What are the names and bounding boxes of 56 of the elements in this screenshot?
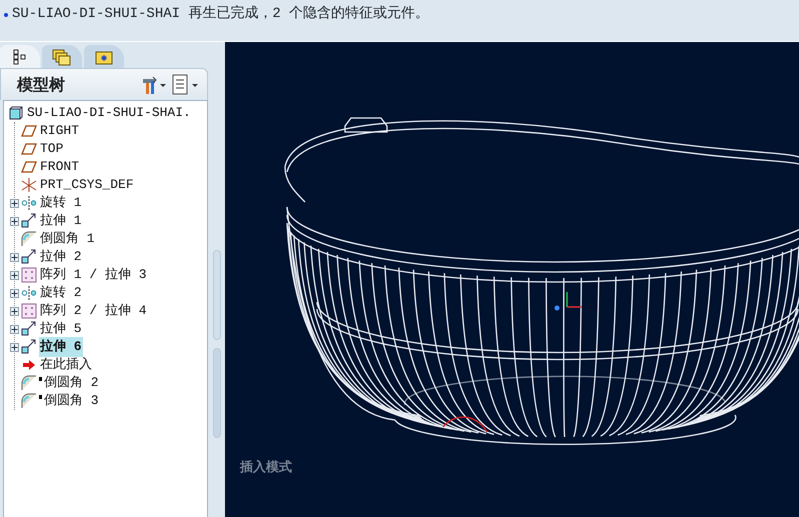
expand-icon[interactable]	[10, 270, 19, 280]
tree-item[interactable]: 在此插入	[39, 355, 93, 375]
extrude-icon	[21, 213, 37, 229]
pattern-icon	[21, 303, 37, 319]
plane-icon	[21, 159, 37, 175]
expand-icon[interactable]	[10, 342, 19, 352]
tree-item[interactable]: 阵列 1 / 拉伸 3	[39, 265, 148, 285]
extrude-icon	[21, 249, 37, 265]
splitter-grip[interactable]	[212, 348, 220, 438]
tree-item[interactable]: SU-LIAO-DI-SHUI-SHAI.	[26, 103, 192, 123]
axis-triad-icon	[554, 292, 582, 310]
tree-item[interactable]: 拉伸 6	[39, 337, 83, 357]
panel-title: 模型树	[17, 74, 66, 96]
tree-item[interactable]: 倒圆角 3	[43, 391, 100, 411]
expand-icon[interactable]	[10, 324, 19, 334]
message-text: SU-LIAO-DI-SHUI-SHAI 再生已完成，2 个隐含的特征或元件。	[12, 6, 430, 23]
tree-item[interactable]: 倒圆角 2	[43, 373, 100, 393]
splitter-grip[interactable]	[212, 250, 220, 340]
insert-arrow-icon	[21, 357, 37, 373]
tree-item[interactable]: 旋转 2	[39, 283, 83, 303]
expand-icon[interactable]	[10, 216, 19, 226]
revolve-icon	[21, 195, 37, 211]
plane-icon	[21, 141, 37, 157]
extrude-icon	[21, 321, 37, 337]
tree-item[interactable]: TOP	[39, 139, 64, 159]
plane-icon	[21, 123, 37, 139]
part-icon	[8, 105, 24, 121]
tree-item[interactable]: 拉伸 1	[39, 211, 83, 231]
folder-icon	[52, 48, 72, 66]
tree-item[interactable]: 倒圆角 1	[39, 229, 96, 249]
pattern-icon	[21, 267, 37, 283]
bullet-icon	[4, 12, 8, 16]
tree-structure-icon	[13, 48, 27, 64]
expand-icon[interactable]	[10, 306, 19, 316]
expand-icon[interactable]	[10, 288, 19, 298]
folders-tab[interactable]	[42, 45, 82, 68]
extrude-icon	[21, 339, 37, 355]
tree-item[interactable]: 旋转 1	[39, 193, 83, 213]
coordinate-system-icon	[21, 177, 37, 193]
tree-tab[interactable]	[0, 45, 40, 68]
graphics-viewport[interactable]: 插入模式	[225, 42, 799, 517]
round-icon	[21, 231, 37, 247]
tree-item[interactable]: 拉伸 2	[39, 247, 83, 267]
round-icon	[21, 375, 37, 391]
mode-label: 插入模式	[240, 458, 292, 477]
tree-item[interactable]: 拉伸 5	[39, 319, 83, 339]
round-icon	[21, 393, 37, 409]
expand-icon[interactable]	[10, 252, 19, 262]
tree-item[interactable]: FRONT	[39, 157, 80, 177]
tree-item[interactable]: 阵列 2 / 拉伸 4	[39, 301, 148, 321]
tree-item[interactable]: PRT_CSYS_DEF	[39, 175, 135, 195]
folder-icon	[95, 48, 113, 64]
tree-item[interactable]: RIGHT	[39, 121, 80, 141]
favorites-tab[interactable]	[84, 45, 124, 68]
expand-icon[interactable]	[10, 198, 19, 208]
revolve-icon	[21, 285, 37, 301]
